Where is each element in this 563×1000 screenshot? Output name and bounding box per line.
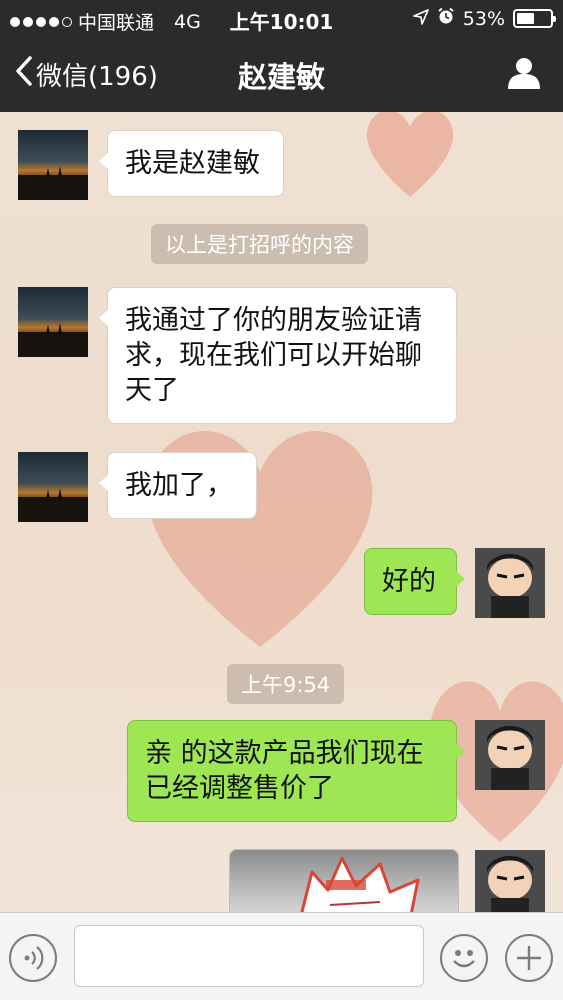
message-bubble[interactable]: 我加了， [99, 452, 257, 519]
location-arrow-icon [412, 8, 429, 30]
more-options-button[interactable] [505, 934, 553, 982]
back-button[interactable]: 微信(196) [14, 55, 158, 94]
message-bubble[interactable]: 好的 [364, 548, 465, 615]
person-icon [507, 58, 541, 94]
voice-icon [11, 946, 55, 984]
contact-avatar[interactable] [18, 452, 88, 522]
chat-message-list[interactable]: 我是赵建敏 以上是打招呼的内容 我通过了你的朋友验证请求，现在我们可以开始聊天了… [0, 112, 563, 912]
battery-percent: 53% [462, 7, 505, 30]
message-bubble[interactable]: 我是赵建敏 [99, 130, 284, 197]
input-bar [0, 912, 563, 1000]
contact-profile-button[interactable] [507, 56, 541, 94]
message-timestamp: 上午9:54 [227, 664, 345, 704]
message-bubble[interactable]: 我通过了你的朋友验证请求，现在我们可以开始聊天了 [99, 287, 457, 424]
message-text: 我是赵建敏 [125, 148, 260, 179]
background-heart-decoration [147, 431, 373, 647]
chevron-left-icon [14, 55, 34, 94]
alarm-clock-icon [437, 7, 455, 30]
contact-avatar[interactable] [18, 130, 88, 200]
emoji-button[interactable] [440, 934, 488, 982]
status-right: 53% [412, 7, 556, 30]
emoji-icon [442, 950, 486, 984]
my-avatar[interactable] [475, 548, 545, 618]
message-bubble[interactable]: 亲 的这款产品我们现在已经调整售价了 [127, 720, 465, 822]
message-text: 我通过了你的朋友验证请求，现在我们可以开始聊天了 [125, 305, 422, 406]
contact-avatar[interactable] [18, 287, 88, 357]
back-label: 微信(196) [36, 62, 158, 92]
my-avatar[interactable] [475, 850, 545, 912]
my-avatar[interactable] [475, 720, 545, 790]
message-text: 亲 的这款产品我们现在已经调整售价了 [145, 738, 424, 804]
nav-bar: 微信(196) 赵建敏 [0, 36, 563, 112]
image-message[interactable] [229, 849, 459, 912]
status-bar: 中国联通 4G 上午10:01 53% [0, 0, 563, 36]
battery-icon [513, 9, 556, 28]
plus-icon [507, 946, 551, 984]
message-text: 我加了， [125, 470, 233, 501]
voice-input-button[interactable] [9, 934, 57, 982]
background-heart-decoration [366, 112, 454, 197]
message-input[interactable] [74, 925, 424, 987]
system-message: 以上是打招呼的内容 [151, 224, 368, 264]
message-text: 好的 [382, 566, 436, 597]
